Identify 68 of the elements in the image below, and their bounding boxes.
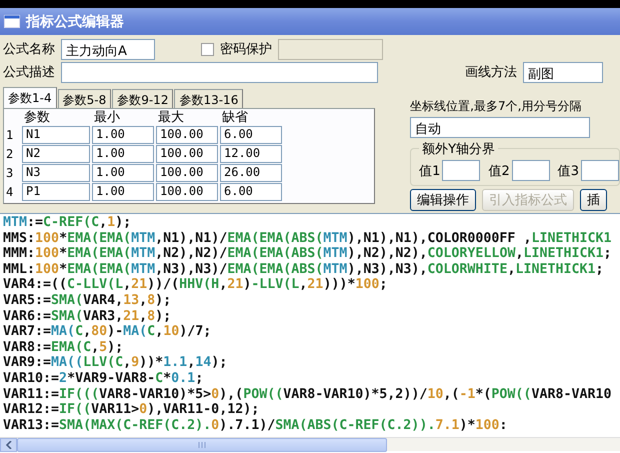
tab[interactable]: 参数5-8 [58,89,112,108]
code-line: MMM:100*EMA(EMA(MTM,N2),N2)/EMA(EMA(ABS(MTM),N2),N2),COLORYELLOW,LINETHICK1; [3,246,612,262]
parameter-field[interactable]: 100.00 [156,183,218,201]
password-checkbox[interactable] [201,42,214,56]
code-line: VAR9:=MA((LLV(C,9))*1.1,14); [3,355,228,371]
tab[interactable]: 参数13-16 [174,89,244,108]
group-title: 额外Y轴分界 [419,140,498,158]
action-button[interactable]: 插 [580,189,608,211]
code-line: MTM:=C-REF(C,1); [3,215,132,231]
parameter-field[interactable]: N3 [22,164,90,182]
field-label: 值3 [558,162,579,180]
field-label: 公式描述 [3,64,55,81]
parameter-field[interactable]: 1.00 [92,126,154,144]
draw-method-dropdown[interactable]: 副图 [523,62,604,82]
value-field[interactable] [512,160,550,181]
row-number: 3 [6,165,14,182]
column-header: 最大 [157,111,185,125]
password-field[interactable] [278,38,383,60]
parameter-field[interactable]: 26.00 [220,164,282,182]
parameter-field[interactable]: N1 [22,126,90,144]
checkbox-label: 密码保护 [220,41,272,58]
parameter-field[interactable]: 100.00 [156,164,218,182]
parameter-field[interactable]: 1.00 [92,145,154,163]
column-header: 最小 [93,111,121,125]
parameter-field[interactable]: 100.00 [156,126,218,144]
parameter-field[interactable]: 1.00 [92,164,154,182]
scroll-left-icon[interactable] [0,438,17,452]
row-number: 2 [6,146,14,163]
tab[interactable]: 参数1-4 [3,87,57,108]
axis-lines-field[interactable]: 自动 [410,117,590,138]
name-field[interactable]: 主力动向A [61,38,155,60]
window-icon [4,15,20,28]
description-field[interactable] [61,62,378,82]
parameter-field[interactable]: 12.00 [220,145,282,163]
code-line: MML:100*EMA(EMA(MTM,N3),N3)/EMA(EMA(ABS(MTM),N3),N3),COLORWHITE,LINETHICK1; [3,262,604,278]
parameter-field[interactable]: 100.00 [156,145,218,163]
horizontal-scrollbar[interactable] [0,437,620,451]
row-number: 4 [6,184,14,201]
value-field[interactable] [581,160,619,181]
code-line: VAR10:=2*VAR9-VAR8-C*0.1; [3,370,204,387]
parameter-field[interactable]: 6.00 [220,126,282,144]
code-editor[interactable] [0,213,620,453]
code-line: VAR4:=((C-LLV(L,21))/(HHV(H,21)-LLV(L,21)))*100; [3,277,388,293]
row-number: 1 [6,127,14,144]
scroll-thumb[interactable] [17,438,387,452]
field-label: 公式名称 [3,41,55,58]
code-line: VAR5:=SMA(VAR4,13,8); [3,292,172,309]
window-title: 指标公式编辑器 [26,12,124,30]
code-line: VAR12:=IF((VAR11>0),VAR11-0,12); [3,402,260,418]
parameter-field[interactable]: 1.00 [92,183,154,201]
code-line: VAR7:=MA(C,80)-MA(C,10)/7; [3,324,212,340]
code-line: VAR11:=IF(((VAR8-VAR10)*5>0),(POW((VAR8-VAR10)*5,2))/10,(-1*(POW((VAR8-VAR10 [3,386,612,402]
code-line: MMS:100*EMA(EMA(MTM,N1),N1)/EMA(EMA(ABS(MTM),N1),N1),COLOR0000FF ,LINETHICK1 [3,230,612,246]
code-line: VAR8:=EMA(C,5); [3,340,124,356]
field-label: 画线方法 [465,64,518,81]
value-field[interactable] [442,160,480,181]
code-line: VAR13:=SMA(MAX(C-REF(C.2).0).7.1)/SMA(ABS(C-REF(C.2)).7.1)*100: [3,418,508,434]
axis-lines-label: 坐标线位置,最多7个,用分号分隔 [410,98,582,115]
parameter-field[interactable]: P1 [22,183,90,201]
column-header: 参数 [23,111,51,125]
tab[interactable]: 参数9-12 [112,89,174,108]
parameter-field[interactable]: 6.00 [220,183,282,201]
field-label: 值2 [488,162,510,180]
action-button[interactable]: 编辑操作 [410,189,476,211]
code-line: VAR6:=SMA(VAR3,21,8); [3,308,172,324]
field-label: 值1 [419,162,440,180]
column-header: 缺省 [221,111,249,125]
parameter-field[interactable]: N2 [22,145,90,163]
